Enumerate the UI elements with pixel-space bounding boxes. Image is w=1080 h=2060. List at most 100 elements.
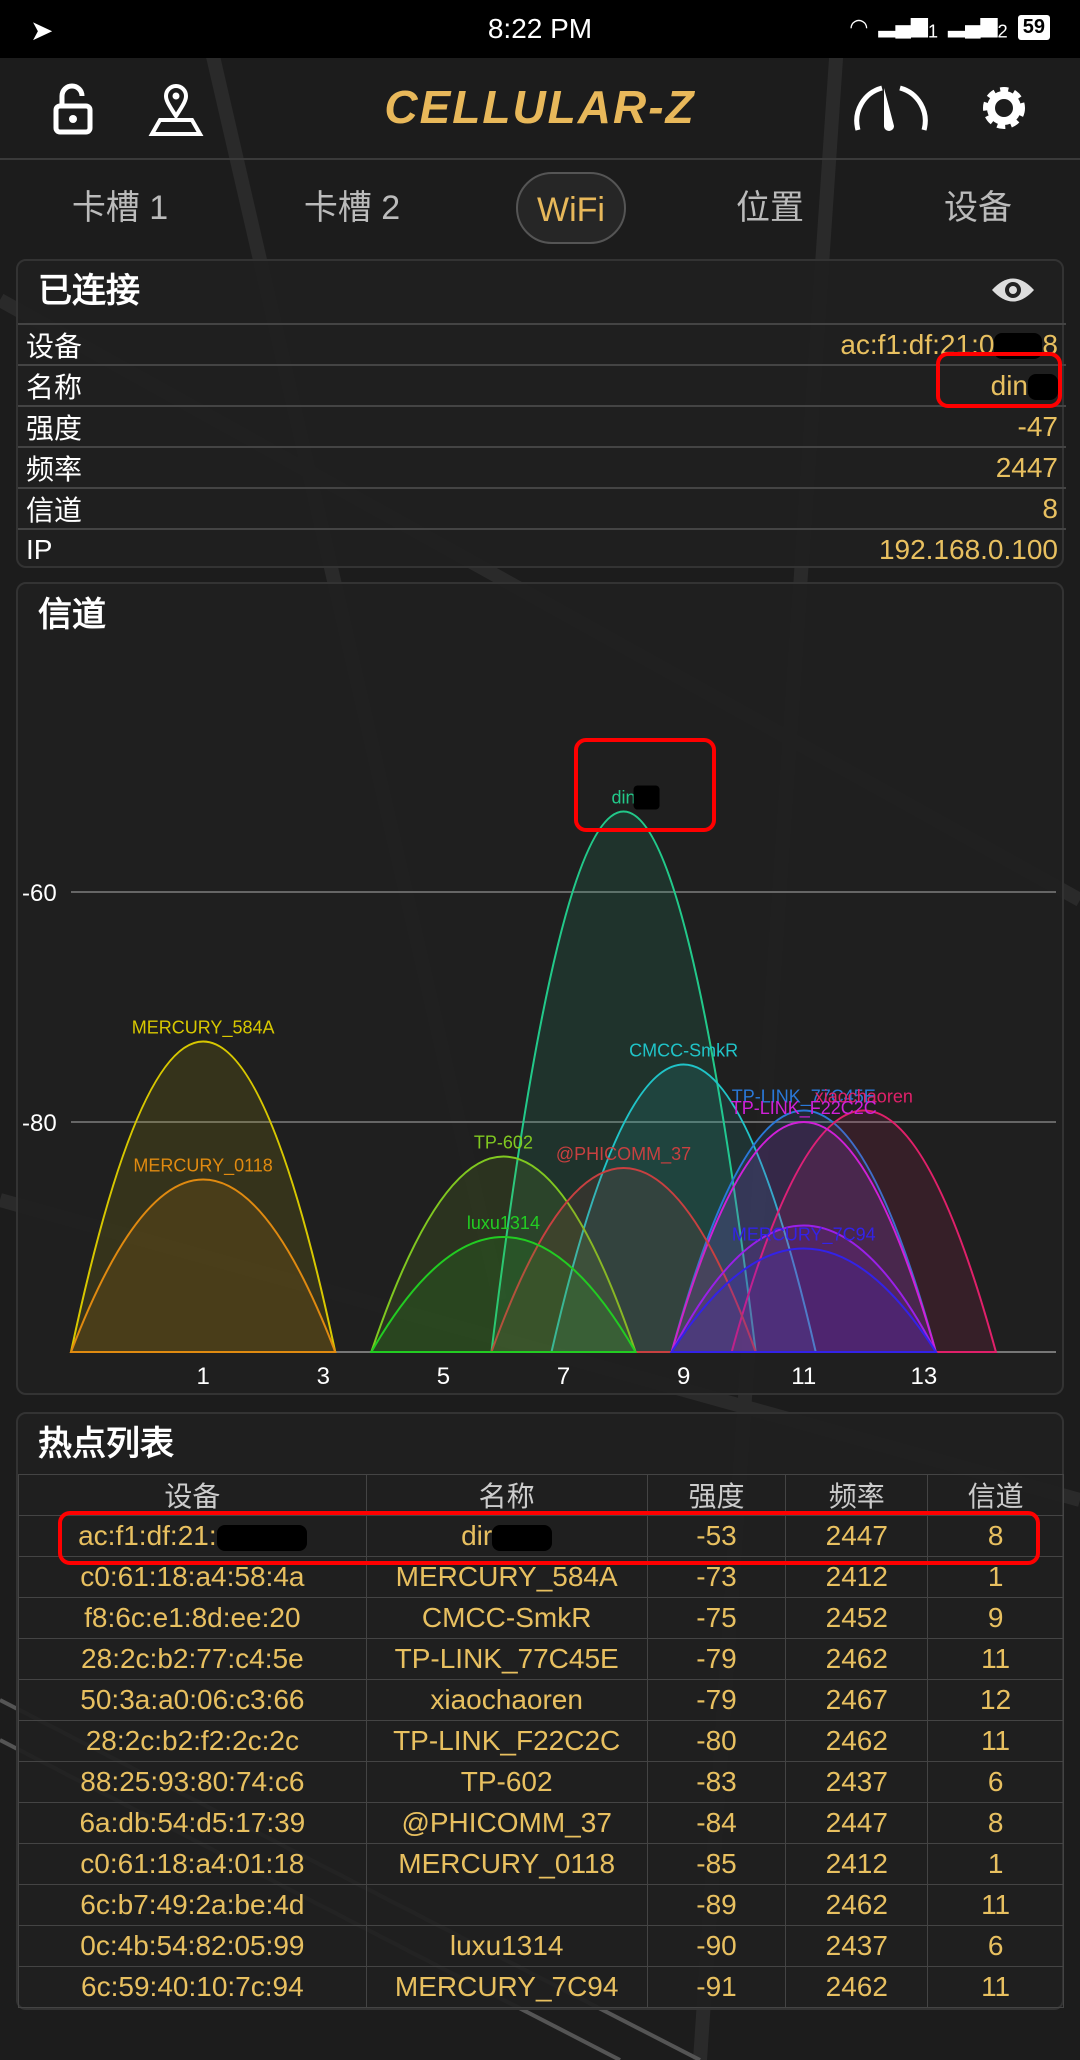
cell: 2452: [785, 1597, 929, 1639]
cell: 8: [927, 1802, 1064, 1844]
cell: 6a:db:54:d5:17:39: [18, 1802, 367, 1844]
cell: 28:2c:b2:f2:2c:2c: [18, 1720, 367, 1762]
cell: 2462: [785, 1966, 929, 2008]
cell: 11: [927, 1720, 1064, 1762]
column-header[interactable]: 设备: [18, 1474, 367, 1516]
cell: -89: [646, 1884, 787, 1926]
table-row[interactable]: 6c:b7:49:2a:be:4d -89 2462 11: [18, 1884, 1064, 1926]
cell: -84: [646, 1802, 787, 1844]
cell: 2462: [785, 1884, 929, 1926]
cell: xiaochaoren: [365, 1679, 648, 1721]
curve-label: luxu1314: [467, 1213, 540, 1233]
tab-sim2[interactable]: 卡槽 2: [272, 172, 432, 244]
highlight-box: [58, 1511, 1040, 1565]
status-bar: ➤ 8:22 PM ◠ ▂▄▆1 ▂▄▆2 59: [0, 0, 1080, 58]
column-header[interactable]: 频率: [785, 1474, 929, 1516]
cell: 50:3a:a0:06:c3:66: [18, 1679, 367, 1721]
highlight-box: [936, 352, 1062, 408]
status-time: 8:22 PM: [487, 13, 593, 44]
cell: 12: [927, 1679, 1064, 1721]
channel-title: 信道: [38, 596, 106, 634]
x-tick-label: 9: [677, 1363, 690, 1390]
cell: 1: [927, 1843, 1064, 1885]
cell: -79: [646, 1679, 787, 1721]
y-tick-label: -80: [22, 1110, 57, 1137]
connected-row-strength: 强度 -47: [18, 405, 1066, 446]
app-header: CELLULAR-Z: [0, 58, 1080, 160]
connected-row-channel: 信道 8: [18, 487, 1066, 528]
cell: CMCC-SmkR: [365, 1597, 648, 1639]
curve-label: MERCURY_584A: [132, 1018, 275, 1039]
cell: -79: [646, 1638, 787, 1680]
table-row[interactable]: c0:61:18:a4:01:18 MERCURY_0118 -85 2412 1: [18, 1843, 1064, 1885]
battery-level: 59: [1017, 14, 1050, 40]
cell: [365, 1884, 648, 1926]
connected-row-ip: IP 192.168.0.100: [18, 528, 1066, 569]
cell: -83: [646, 1761, 787, 1803]
highlight-box: [574, 738, 716, 832]
cell: TP-LINK_F22C2C: [365, 1720, 648, 1762]
cell: 2462: [785, 1638, 929, 1680]
speedometer-icon[interactable]: [852, 80, 930, 136]
cell: 6c:b7:49:2a:be:4d: [18, 1884, 367, 1926]
connected-row-frequency: 频率 2447: [18, 446, 1066, 487]
tab-sim1[interactable]: 卡槽 1: [40, 172, 200, 244]
cell: -75: [646, 1597, 787, 1639]
cell: 88:25:93:80:74:c6: [18, 1761, 367, 1803]
column-header[interactable]: 强度: [646, 1474, 787, 1516]
cell: f8:6c:e1:8d:ee:20: [18, 1597, 367, 1639]
column-header[interactable]: 名称: [365, 1474, 648, 1516]
channel-chart: -60-801 3 5 7 9 11 13dinMERCURY_584ACMCC-SmkRT…: [22, 785, 1056, 1390]
curve-label: @PHICOMM_37: [556, 1144, 691, 1165]
cell: 11: [927, 1966, 1064, 2008]
curve-label: CMCC-SmkR: [629, 1041, 738, 1061]
cell: -91: [646, 1966, 787, 2008]
cell: -85: [646, 1843, 787, 1885]
table-row[interactable]: 6c:59:40:10:7c:94 MERCURY_7C94 -91 2462 11: [18, 1966, 1064, 2008]
hotspot-panel: 热点列表 设备 名称 强度 频率 信道 ac:f1:df:21: dir -53 2447 8 c0…: [16, 1412, 1064, 2010]
wifi-icon: ◠: [849, 14, 869, 40]
x-tick-label: 11: [791, 1363, 816, 1390]
x-tick-label: 5: [437, 1363, 450, 1390]
cell: 2437: [785, 1761, 929, 1803]
cell: 2437: [785, 1925, 929, 1967]
cell: 2462: [785, 1720, 929, 1762]
cell: 2467: [785, 1679, 929, 1721]
table-row[interactable]: 6a:db:54:d5:17:39 @PHICOMM_37 -84 2447 8: [18, 1802, 1064, 1844]
signal-sim1-icon: ▂▄▆1: [878, 12, 939, 42]
x-tick-label: 1: [196, 1363, 209, 1390]
tab-location[interactable]: 位置: [700, 172, 840, 244]
curve-label: MERCURY_7C94: [732, 1225, 876, 1246]
cell: 6: [927, 1761, 1064, 1803]
connected-panel: 已连接 设备 ac:f1:df:21:0 8 名称 din 强度 -47 频率 2447 …: [16, 259, 1066, 569]
cell: TP-602: [365, 1761, 648, 1803]
table-row[interactable]: 28:2c:b2:77:c4:5e TP-LINK_77C45E -79 2462 11: [18, 1638, 1064, 1680]
table-row[interactable]: f8:6c:e1:8d:ee:20 CMCC-SmkR -75 2452 9: [18, 1597, 1064, 1639]
settings-gear-icon[interactable]: [976, 80, 1032, 136]
tab-device[interactable]: 设备: [908, 172, 1048, 244]
table-row[interactable]: 0c:4b:54:82:05:99 luxu1314 -90 2437 6: [18, 1925, 1064, 1967]
x-tick-label: 3: [317, 1363, 330, 1390]
cell: 2412: [785, 1843, 929, 1885]
connected-row-name: 名称 din: [18, 364, 1066, 405]
cell: 11: [927, 1638, 1064, 1680]
table-row[interactable]: 28:2c:b2:f2:2c:2c TP-LINK_F22C2C -80 2462 11: [18, 1720, 1064, 1762]
table-row[interactable]: 50:3a:a0:06:c3:66 xiaochaoren -79 2467 12: [18, 1679, 1064, 1721]
column-header[interactable]: 信道: [927, 1474, 1064, 1516]
cell: 9: [927, 1597, 1064, 1639]
hotspot-title: 热点列表: [38, 1425, 174, 1463]
y-tick-label: -60: [22, 880, 57, 907]
cell: @PHICOMM_37: [365, 1802, 648, 1844]
location-arrow-icon: ➤: [30, 15, 54, 46]
curve-label: MERCURY_0118: [133, 1156, 272, 1177]
table-row[interactable]: 88:25:93:80:74:c6 TP-602 -83 2437 6: [18, 1761, 1064, 1803]
x-tick-label: 7: [557, 1363, 570, 1390]
channel-panel: 信道 -60 -80 1 3 5 7 9 11 13 din MERCURY_584A CMCC-Sm…: [16, 582, 1064, 1395]
cell: -80: [646, 1720, 787, 1762]
cell: 11: [927, 1884, 1064, 1926]
curve-label: TP-602: [474, 1133, 533, 1153]
tab-wifi[interactable]: WiFi: [516, 172, 626, 244]
eye-icon[interactable]: [990, 275, 1036, 305]
main-tabs: 卡槽 1 卡槽 2 WiFi 位置 设备: [0, 172, 1080, 244]
cell: 6c:59:40:10:7c:94: [18, 1966, 367, 2008]
